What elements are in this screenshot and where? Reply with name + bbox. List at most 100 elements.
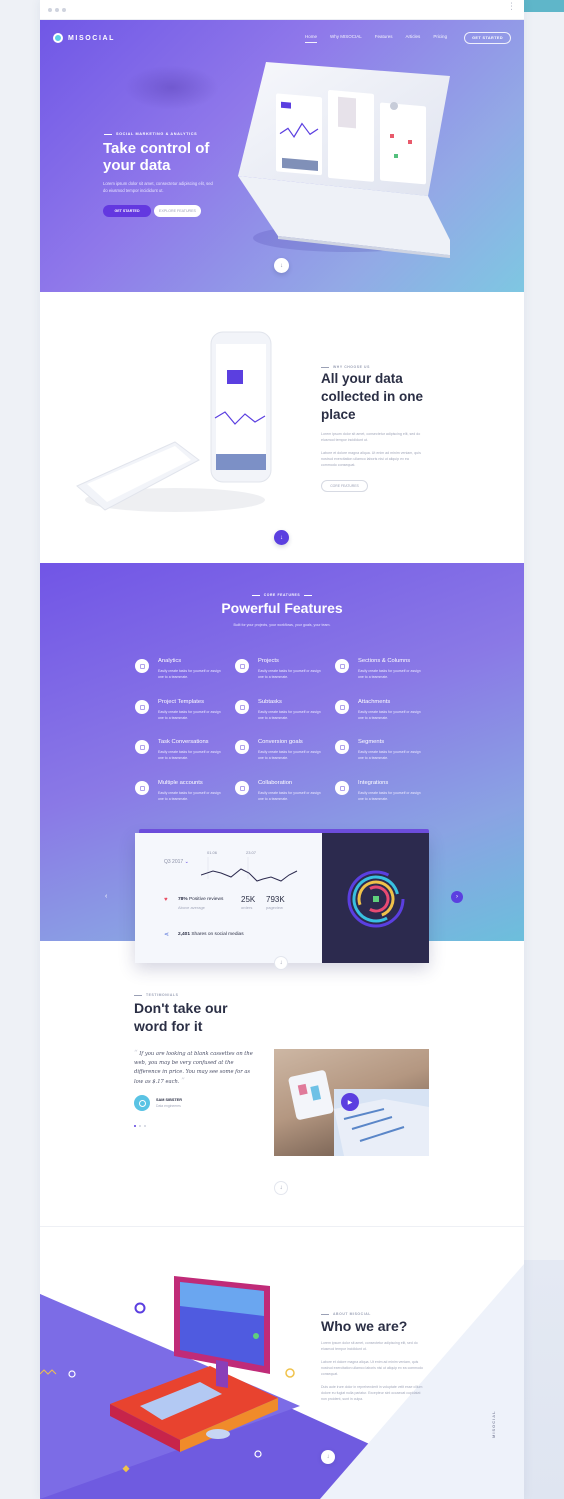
positive-reviews: 78% Positive reviews [178,897,224,902]
side-decoration [524,1260,564,1499]
carousel-dots [134,1125,149,1127]
feature-title: Projects [258,658,279,664]
carousel-dot[interactable] [144,1125,146,1127]
hero-title: Take control of your data [103,140,210,174]
brand-name: MISOCIAL [68,34,116,42]
feature-icon [135,700,149,714]
carousel-dot[interactable] [134,1125,136,1127]
arrow-down-icon: ↓ [279,960,283,966]
feature-title: Project Templates [158,699,204,705]
core-features-button[interactable]: CORE FEATURES [321,480,368,492]
side-brand: MISOCIAL [491,1410,496,1438]
explore-features-button[interactable]: EXPLORE FEATURES [154,205,201,217]
carousel-prev-icon[interactable]: ‹ [105,893,107,900]
quote-open-icon: “ [134,1049,138,1057]
feature-text: Easily create tasks for yourself or assi… [258,750,321,760]
nav-features[interactable]: Features [375,34,393,42]
chart-date: 23.07 [246,850,257,855]
hero-section: MISOCIAL Home Why MISOCIAL Features Arti… [40,20,524,292]
laptop-mockup [238,62,450,258]
feature-text: Easily create tasks for yourself or assi… [258,710,321,720]
why-eyebrow: WHY CHOOSE US [321,365,370,369]
share-icon: ⋖ [164,932,170,938]
logo[interactable]: MISOCIAL [53,33,115,43]
feature-icon [335,781,349,795]
period-select[interactable]: Q3 2017 ⌄ [164,859,189,865]
feature-title: Integrations [358,780,389,786]
carousel-next-button[interactable]: › [451,891,463,903]
feature-title: Segments [358,739,385,745]
user-icon [138,1099,146,1107]
heart-icon: ♥ [164,897,168,903]
scroll-down-button[interactable]: ↓ [274,258,289,273]
get-started-button[interactable]: GET STARTED [103,205,151,217]
avatar [134,1095,150,1111]
about-title: Who we are? [321,1318,408,1334]
testimonials-eyebrow: TESTIMONIALS [134,993,178,997]
about-eyebrow: ABOUT MISOCIAL [321,1312,371,1316]
browser-menu-icon[interactable]: ⋮ [507,2,516,11]
about-paragraph-1: Lorem ipsum dolor sit amet, consectetur … [321,1341,418,1351]
why-paragraph-1: Lorem ipsum dolor sit amet, consectetur … [321,432,421,442]
features-subtitle: Built for your projects, your workflows,… [233,623,331,627]
feature-title: Conversion goals [258,739,303,745]
arrow-down-icon: ↓ [326,1454,330,1460]
arrow-down-icon: ↓ [280,534,283,541]
about-paragraph-3: Duis aute irure dolor in reprehenderit i… [321,1385,423,1401]
scroll-down-button[interactable]: ↓ [274,1181,288,1195]
nav-articles[interactable]: Articles [406,34,421,42]
window-dot [62,8,66,12]
feature-title: Subtasks [258,699,282,705]
feature-text: Easily create tasks for yourself or assi… [358,669,421,679]
feature-text: Easily create tasks for yourself or assi… [158,750,221,760]
window-dot [48,8,52,12]
feature-text: Easily create tasks for yourself or assi… [358,710,421,720]
feature-icon [335,700,349,714]
scroll-down-button[interactable]: ↓ [274,530,289,545]
hero-eyebrow: SOCIAL MARKETING & ANALYTICS [104,132,197,136]
hero-text: Lorem ipsum dolor sit amet, consectetur … [103,181,213,193]
analytics-panel: Q3 2017 ⌄ 01.06 23.07 ♥ 78% Positive rev… [135,833,322,963]
scroll-down-button[interactable]: ↓ [321,1450,335,1464]
testimonial-video[interactable]: ▶ [274,1049,429,1156]
author-role: Data engineeres [156,1104,181,1108]
browser-window: ⋮ MISOCIAL Home Why MISOCIAL Features Ar… [40,0,524,1499]
donut-panel [322,833,429,963]
about-paragraph-2: Labore et dolore magna aliqua. Ut enim a… [321,1360,423,1376]
donut-chart [347,870,405,928]
arrow-down-icon: ↓ [279,1185,283,1191]
chevron-down-icon: ⌄ [184,859,189,865]
shares-count: 2,401 Shares on social medias [178,932,244,937]
feature-icon [135,659,149,673]
feature-title: Multiple accounts [158,780,203,786]
feature-text: Easily create tasks for yourself or assi… [158,791,221,801]
feature-text: Easily create tasks for yourself or assi… [158,669,221,679]
feature-title: Attachments [358,699,391,705]
carousel-dot[interactable] [139,1125,141,1127]
feature-text: Easily create tasks for yourself or assi… [258,791,321,801]
pageviews-label: pageview [266,905,283,910]
why-section: WHY CHOOSE US All your data collected in… [40,292,524,563]
feature-title: Collaboration [258,780,293,786]
feature-icon [235,700,249,714]
phones-mockup [76,331,272,512]
nav-home[interactable]: Home [305,34,318,43]
pageviews-value: 793K [266,895,285,904]
feature-text: Easily create tasks for yourself or assi… [358,791,421,801]
testimonial-quote: “ If you are looking at blank cassettes … [134,1049,253,1085]
feature-text: Easily create tasks for yourself or assi… [258,669,321,679]
feature-text: Easily create tasks for yourself or assi… [358,750,421,760]
arrow-down-icon: ↓ [280,262,283,269]
get-started-nav-button[interactable]: GET STARTED [464,32,511,44]
nav-why[interactable]: Why MISOCIAL [330,34,362,42]
feature-text: Easily create tasks for yourself or assi… [158,710,221,720]
scroll-down-button[interactable]: ↓ [274,956,288,970]
positive-sub: Above average [178,905,205,910]
features-eyebrow: CORE FEATURES [40,593,524,597]
why-paragraph-2: Labore et dolore magna aliqua. Ut enim a… [321,451,421,467]
play-icon[interactable]: ▶ [341,1093,359,1111]
feature-icon [235,740,249,754]
browser-chrome: ⋮ [40,0,524,20]
nav-pricing[interactable]: Pricing [433,34,447,42]
analytics-card: Q3 2017 ⌄ 01.06 23.07 ♥ 78% Positive rev… [135,833,429,963]
